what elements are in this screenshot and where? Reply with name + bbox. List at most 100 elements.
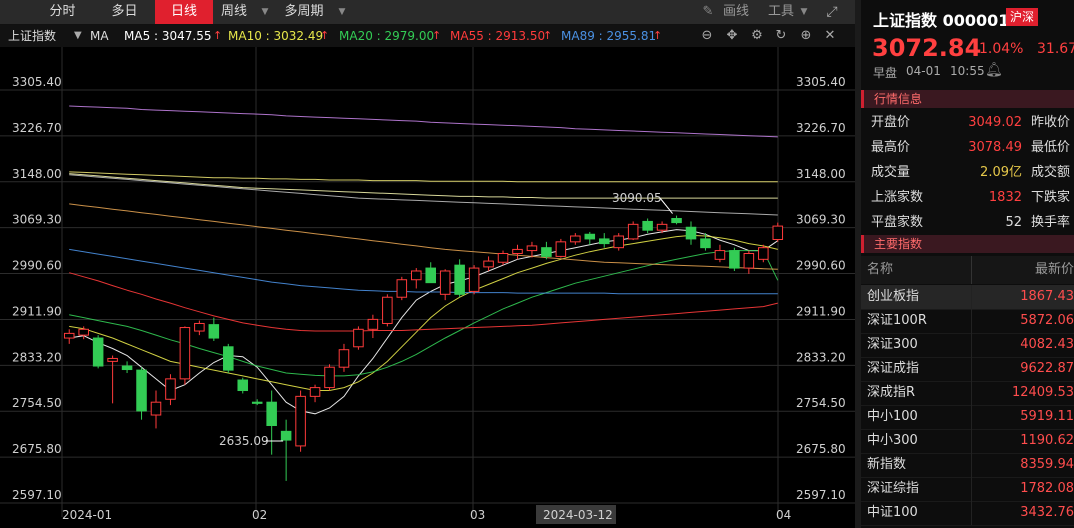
candle-body — [353, 328, 364, 348]
collapse-circle-icon[interactable]: ⊖ — [699, 28, 715, 44]
y-tick-label-right: 3226.70 — [796, 121, 846, 135]
change-value: 31.67 — [1037, 41, 1074, 57]
ma-line — [69, 171, 778, 183]
quote-code: 000001 — [942, 11, 1010, 30]
index-row[interactable]: 新指数 8359.94 — [861, 453, 1074, 478]
info-value: 2.09亿 — [980, 165, 1022, 180]
tab-daily[interactable]: 日线 — [155, 0, 213, 24]
index-row[interactable]: 深证100R 5872.06 — [861, 309, 1074, 334]
x-tick-label: 2024-01 — [62, 508, 112, 522]
index-row[interactable]: 中小100 5919.11 — [861, 405, 1074, 430]
tools-dropdown-icon[interactable]: ▼ — [798, 0, 810, 24]
candle-body — [382, 296, 393, 324]
close-indicator-icon[interactable]: ✕ — [822, 28, 838, 44]
draw-button[interactable]: 画线 — [718, 0, 754, 24]
index-name: 深证成指 — [867, 361, 920, 376]
index-row[interactable]: 深证成指 9622.87 — [861, 357, 1074, 382]
col-name-label[interactable]: 名称 — [867, 256, 893, 284]
candle-body — [468, 267, 480, 292]
market-info-header: 行情信息 — [861, 90, 1074, 108]
y-tick-label-right: 3305.40 — [796, 75, 846, 89]
ma10-value: MA10 : 3032.49 — [228, 29, 324, 43]
weekly-dropdown-icon[interactable]: ▼ — [258, 0, 272, 24]
quote-name: 上证指数 — [873, 11, 938, 30]
multi-period-dropdown-icon[interactable]: ▼ — [335, 0, 349, 24]
candle-body — [685, 226, 697, 240]
bell-alert-icon[interactable]: 🔔︎ — [985, 62, 1003, 78]
period-toolbar: 分时 多日 日线 周线 ▼ 多周期 ▼ ✎ 画线 工具 ▼ ⤢ — [0, 0, 855, 25]
tab-multi-period[interactable]: 多周期 — [278, 0, 330, 24]
refresh-icon[interactable]: ↻ — [773, 28, 789, 44]
tab-weekly[interactable]: 周线 — [213, 0, 255, 24]
index-price: 3432.76 — [1020, 505, 1074, 520]
ma-collapse-icon[interactable]: ▼ — [74, 25, 82, 47]
index-name: 新指数 — [867, 457, 907, 472]
ma-label: MA — [90, 29, 109, 43]
index-row[interactable]: 深成指R 12409.53 — [861, 381, 1074, 406]
y-tick-label-left: 2675.80 — [12, 442, 62, 456]
index-row[interactable]: 深证综指 1782.08 — [861, 477, 1074, 502]
index-row[interactable]: 创业板指 1867.43 — [861, 285, 1074, 310]
move-icon[interactable]: ✥ — [724, 28, 740, 44]
fullscreen-icon[interactable]: ⤢ — [823, 0, 841, 24]
ma89-up-arrow-icon: ↑ — [653, 29, 663, 42]
market-info-row: 成交量 2.09亿 成交额 — [861, 160, 1074, 185]
candle-body — [541, 247, 552, 257]
index-row[interactable]: 中证100 3432.76 — [861, 501, 1074, 526]
ma-line — [69, 173, 778, 199]
y-tick-label-left: 2833.20 — [12, 350, 62, 364]
index-row[interactable]: 深证300 4082.43 — [861, 333, 1074, 358]
candle-body — [295, 395, 306, 447]
tools-button[interactable]: 工具 — [765, 0, 797, 24]
candle-body — [309, 387, 321, 397]
index-name: 中小300 — [867, 433, 918, 448]
candlestick-series — [63, 215, 784, 481]
x-tick-label: 02 — [252, 508, 267, 522]
ma-line — [69, 234, 778, 391]
candle-body — [194, 322, 205, 332]
tab-multi-day[interactable]: 多日 — [97, 0, 152, 24]
candle-body — [179, 327, 191, 380]
ma20-value: MA20 : 2979.00 — [339, 29, 435, 43]
candle-body — [63, 332, 75, 339]
index-name: 深证300 — [867, 337, 918, 352]
candle-body — [743, 252, 755, 269]
index-price: 5919.11 — [1020, 409, 1074, 424]
add-indicator-icon[interactable]: ⊕ — [798, 28, 814, 44]
info-value: 3078.49 — [968, 140, 1022, 155]
index-price: 1867.43 — [1020, 289, 1074, 304]
indices-column-header: 名称 最新价 — [861, 256, 1074, 284]
candle-body — [136, 369, 147, 412]
settings-gear-icon[interactable]: ⚙ — [749, 28, 765, 44]
candle-body — [512, 248, 523, 254]
index-price: 4082.43 — [1020, 337, 1074, 352]
pencil-icon[interactable]: ✎ — [700, 0, 716, 24]
info-key-2: 下跌家 — [1031, 190, 1071, 205]
last-price: 3072.84 — [872, 34, 982, 62]
y-tick-label-left: 2754.50 — [12, 396, 62, 410]
candle-body — [671, 218, 682, 224]
candle-body — [570, 235, 581, 243]
candle-body — [237, 379, 249, 392]
info-key: 开盘价 — [871, 115, 911, 130]
info-value: 1832 — [988, 190, 1022, 205]
x-tick-label: 03 — [470, 508, 485, 522]
y-tick-label-right: 2597.10 — [796, 488, 846, 502]
candle-body — [78, 328, 89, 336]
y-tick-label-right: 2833.20 — [796, 350, 846, 364]
candle-body — [410, 270, 422, 281]
y-axis-left: 3305.40 3226.70 3148.00 3069.30 2990.60 2911.… — [12, 75, 62, 502]
index-name: 深证100R — [867, 313, 927, 328]
change-percent: 1.04% — [979, 41, 1024, 57]
y-tick-label-left: 2990.60 — [12, 259, 62, 273]
col-price-label[interactable]: 最新价 — [1035, 256, 1074, 284]
market-info-row: 上涨家数 1832 下跌家 — [861, 185, 1074, 210]
tab-intraday[interactable]: 分时 — [35, 0, 90, 24]
candle-body — [613, 235, 624, 249]
index-row[interactable]: 中小300 1190.62 — [861, 429, 1074, 454]
info-key-2: 换手率 — [1031, 215, 1071, 230]
kline-chart[interactable]: 3305.40 3226.70 3148.00 3069.30 2990.60 2911.… — [0, 47, 855, 528]
y-tick-label-right: 3069.30 — [796, 213, 846, 227]
index-price: 5872.06 — [1020, 313, 1074, 328]
candle-body — [251, 401, 263, 404]
